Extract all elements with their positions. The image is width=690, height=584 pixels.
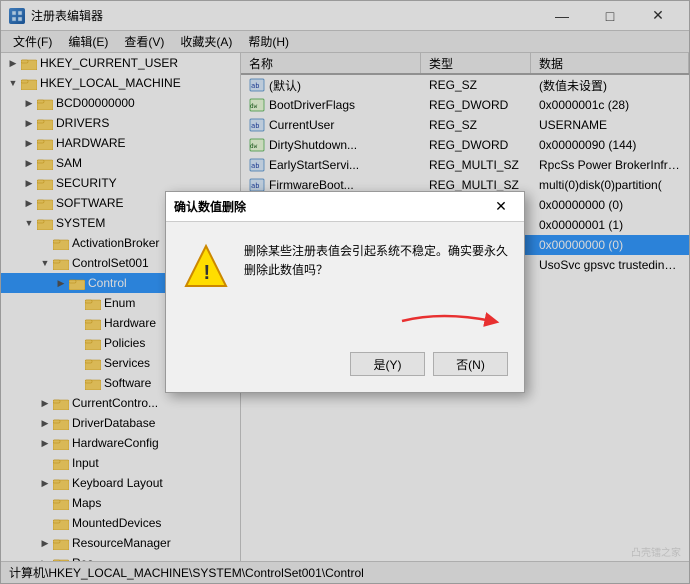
dialog-close-button[interactable]: ✕ <box>486 193 516 221</box>
arrow-icon <box>392 306 512 336</box>
confirm-delete-dialog: 确认数值删除 ✕ ! 删除某些注册表值会引起系统不稳定。确实要永久删除此数值吗？ <box>165 191 525 393</box>
dialog-buttons: 是(Y) 否(N) <box>166 344 524 392</box>
main-window: 注册表编辑器 — □ ✕ 文件(F) 编辑(E) 查看(V) 收藏夹(A) 帮助… <box>0 0 690 584</box>
dialog-overlay: 确认数值删除 ✕ ! 删除某些注册表值会引起系统不稳定。确实要永久删除此数值吗？ <box>1 1 689 583</box>
no-button[interactable]: 否(N) <box>433 352 508 376</box>
dialog-body: ! 删除某些注册表值会引起系统不稳定。确实要永久删除此数值吗？ <box>166 222 524 306</box>
warning-icon: ! <box>182 242 230 290</box>
svg-text:!: ! <box>204 262 211 284</box>
yes-button[interactable]: 是(Y) <box>350 352 425 376</box>
dialog-title-bar: 确认数值删除 ✕ <box>166 192 524 222</box>
watermark: 凸壳镭之家 <box>631 544 681 559</box>
arrow-area <box>166 306 524 344</box>
dialog-title: 确认数值删除 <box>174 198 486 215</box>
dialog-message: 删除某些注册表值会引起系统不稳定。确实要永久删除此数值吗？ <box>244 242 508 280</box>
